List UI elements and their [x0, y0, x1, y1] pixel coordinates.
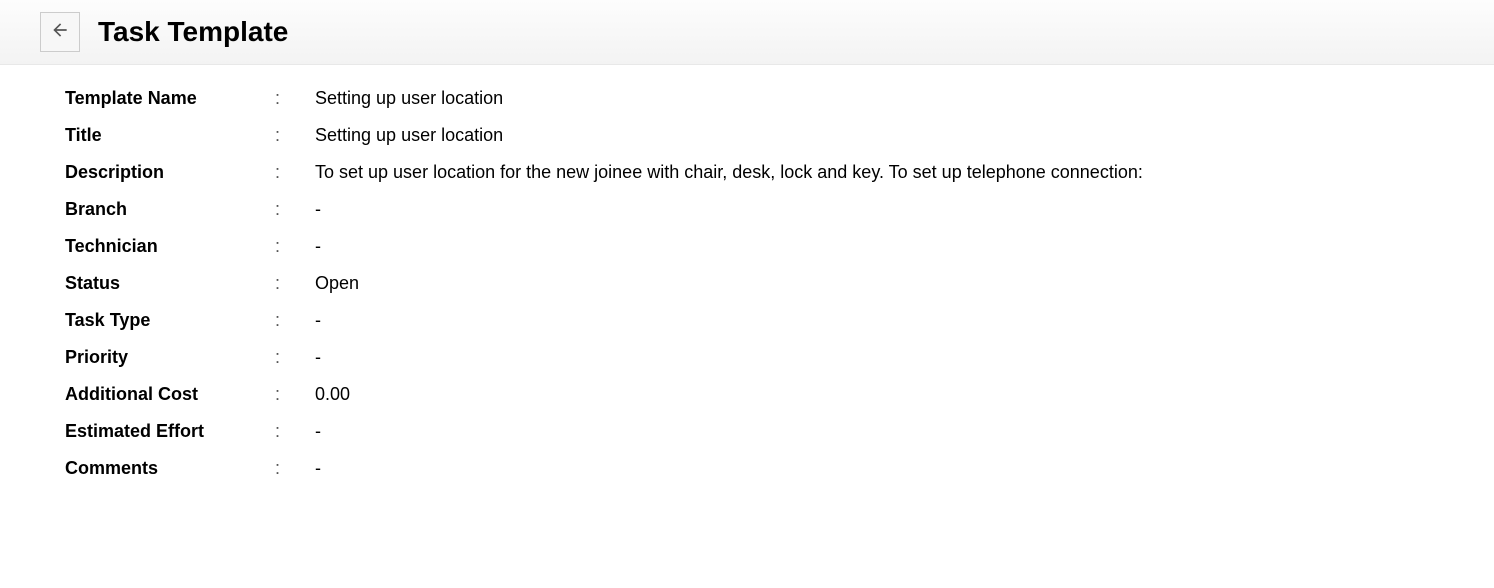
field-separator: : [275, 85, 315, 112]
field-separator: : [275, 455, 315, 482]
field-row-estimated-effort: Estimated Effort : - [65, 418, 1429, 445]
field-value: - [315, 307, 1429, 334]
header-bar: Task Template [0, 0, 1494, 65]
task-template-details: Template Name : Setting up user location… [0, 65, 1494, 512]
field-value: 0.00 [315, 381, 1429, 408]
field-row-branch: Branch : - [65, 196, 1429, 223]
field-value: Setting up user location [315, 85, 1429, 112]
field-row-task-type: Task Type : - [65, 307, 1429, 334]
field-separator: : [275, 159, 315, 186]
back-arrow-icon [50, 20, 70, 45]
field-value: - [315, 233, 1429, 260]
field-row-technician: Technician : - [65, 233, 1429, 260]
field-row-priority: Priority : - [65, 344, 1429, 371]
field-row-title: Title : Setting up user location [65, 122, 1429, 149]
field-label: Priority [65, 344, 275, 371]
field-label: Status [65, 270, 275, 297]
field-separator: : [275, 270, 315, 297]
field-row-description: Description : To set up user location fo… [65, 159, 1429, 186]
field-row-status: Status : Open [65, 270, 1429, 297]
field-value: - [315, 344, 1429, 371]
field-label: Additional Cost [65, 381, 275, 408]
field-separator: : [275, 418, 315, 445]
field-separator: : [275, 196, 315, 223]
field-separator: : [275, 122, 315, 149]
field-value: To set up user location for the new join… [315, 159, 1429, 186]
field-separator: : [275, 233, 315, 260]
field-label: Task Type [65, 307, 275, 334]
field-row-comments: Comments : - [65, 455, 1429, 482]
back-button[interactable] [40, 12, 80, 52]
field-label: Technician [65, 233, 275, 260]
page-title: Task Template [98, 16, 288, 48]
field-separator: : [275, 307, 315, 334]
field-value: - [315, 196, 1429, 223]
field-value: Open [315, 270, 1429, 297]
field-label: Title [65, 122, 275, 149]
field-row-template-name: Template Name : Setting up user location [65, 85, 1429, 112]
field-value: - [315, 418, 1429, 445]
field-label: Description [65, 159, 275, 186]
field-separator: : [275, 381, 315, 408]
field-value: - [315, 455, 1429, 482]
field-label: Branch [65, 196, 275, 223]
field-row-additional-cost: Additional Cost : 0.00 [65, 381, 1429, 408]
field-separator: : [275, 344, 315, 371]
field-label: Estimated Effort [65, 418, 275, 445]
field-label: Template Name [65, 85, 275, 112]
field-label: Comments [65, 455, 275, 482]
field-value: Setting up user location [315, 122, 1429, 149]
